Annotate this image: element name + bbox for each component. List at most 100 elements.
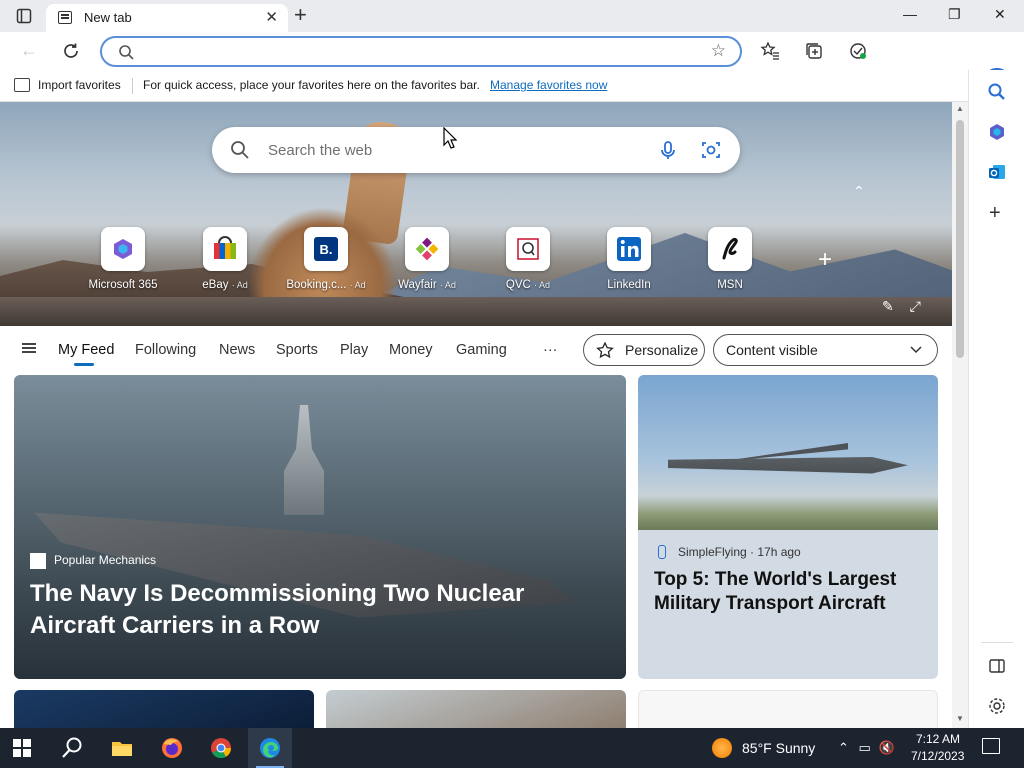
card-headline[interactable]: The Navy Is Decommissioning Two Nuclear … — [30, 578, 610, 642]
show-hidden-icons-icon[interactable]: ⌃ — [838, 740, 849, 755]
scroll-down-arrow-icon[interactable]: ▼ — [956, 714, 964, 723]
quick-link-label: MSN — [717, 279, 743, 291]
tab-new-tab[interactable]: New tab ✕ — [46, 4, 288, 32]
file-explorer-icon[interactable] — [110, 736, 134, 760]
card-headline[interactable]: Top 5: The World's Largest Military Tran… — [654, 568, 924, 616]
news-card-partial-2[interactable] — [326, 690, 626, 730]
feed-more-button[interactable]: ··· — [543, 342, 558, 358]
microsoft-365-icon — [101, 227, 145, 271]
news-card-partial-1[interactable] — [14, 690, 314, 730]
quick-link-linkedin[interactable]: LinkedIn — [584, 227, 674, 291]
firefox-icon[interactable] — [160, 736, 184, 760]
full-screen-icon[interactable]: ⤢ — [910, 298, 921, 314]
news-card-main[interactable]: Popular Mechanics The Navy Is Decommissi… — [14, 375, 626, 679]
quick-link-label: LinkedIn — [607, 279, 651, 291]
sidebar-settings-icon[interactable] — [987, 696, 1007, 716]
clock-date[interactable]: 7/12/2023 — [911, 749, 964, 763]
feed-tab-my-feed[interactable]: My Feed — [58, 342, 114, 358]
edge-sidebar: + — [968, 70, 1024, 728]
taskbar-search-icon[interactable] — [60, 736, 84, 760]
chevron-down-icon — [910, 346, 922, 354]
weather-sun-icon[interactable] — [712, 738, 732, 758]
feed-tab-money[interactable]: Money — [389, 342, 433, 358]
back-button[interactable]: ← — [20, 40, 38, 61]
quick-link-wayfair[interactable]: Wayfair · Ad — [382, 227, 472, 291]
page-settings-icon[interactable]: ✎ — [882, 298, 894, 314]
feed-tab-play[interactable]: Play — [340, 342, 368, 358]
manage-favorites-link[interactable]: Manage favorites now — [490, 78, 607, 92]
ad-label: · Ad — [231, 280, 248, 290]
microsoft-365-sidebar-icon[interactable] — [987, 122, 1007, 142]
news-card-side[interactable]: SimpleFlying · 17h ago Top 5: The World'… — [638, 375, 938, 679]
feed-tab-sports[interactable]: Sports — [276, 342, 318, 358]
tab-actions-icon[interactable] — [16, 8, 32, 24]
page-scrollbar[interactable]: ▲ ▼ — [952, 102, 968, 728]
refresh-icon[interactable] — [62, 42, 80, 60]
title-bar: New tab ✕ + — ❐ ✕ — [0, 0, 1024, 32]
card-source: Popular Mechanics — [54, 553, 157, 567]
mouse-cursor-icon — [443, 127, 457, 149]
carrier-tower-image — [284, 405, 324, 515]
outlook-sidebar-icon[interactable] — [987, 162, 1007, 182]
quick-link-msn[interactable]: MSN — [685, 227, 775, 291]
ad-label: · Ad — [439, 280, 456, 290]
hero-controls: ✎ ⤢ — [882, 298, 921, 315]
close-window-button[interactable]: ✕ — [994, 6, 1006, 23]
tab-title: New tab — [84, 10, 132, 25]
quick-link-booking[interactable]: B. Booking.c... · Ad — [281, 227, 371, 291]
scroll-up-arrow-icon[interactable]: ▲ — [956, 104, 964, 113]
collapse-chevron-icon[interactable]: ⌃ — [853, 183, 865, 200]
address-bar[interactable]: ☆ — [100, 36, 742, 67]
search-icon — [119, 45, 134, 60]
favorites-icon[interactable] — [760, 41, 780, 61]
news-card-partial-3[interactable] — [638, 690, 938, 730]
feed-navigation: My Feed Following News Sports Play Money… — [0, 326, 952, 374]
network-icon[interactable]: ▭ — [859, 740, 871, 755]
notification-center-icon[interactable] — [982, 738, 1000, 754]
clock-time[interactable]: 7:12 AM — [916, 732, 960, 746]
chrome-icon[interactable] — [209, 736, 233, 760]
web-search-box[interactable]: Search the web — [212, 127, 740, 173]
collections-icon[interactable] — [804, 41, 824, 61]
quick-link-label: Microsoft 365 — [88, 279, 158, 291]
add-sidebar-app-icon[interactable]: + — [989, 202, 1009, 224]
browser-essentials-icon[interactable] — [848, 41, 868, 61]
volume-muted-icon[interactable]: 🔇 — [878, 740, 894, 755]
weather-text[interactable]: 85°F Sunny — [742, 740, 815, 756]
personalize-label: Personalize — [625, 342, 699, 358]
add-quick-link-button[interactable]: + — [818, 246, 832, 274]
feed-tab-news[interactable]: News — [219, 342, 255, 358]
quick-link-ebay[interactable]: eBay · Ad — [180, 227, 270, 291]
search-sidebar-icon[interactable] — [987, 82, 1007, 102]
tab-close-button[interactable]: ✕ — [265, 8, 278, 26]
card-source: SimpleFlying · 17h ago — [678, 545, 801, 559]
restore-button[interactable]: ❐ — [948, 6, 961, 23]
system-tray[interactable]: ⌃ ▭ 🔇 — [838, 740, 895, 756]
quick-link-microsoft-365[interactable]: Microsoft 365 — [78, 227, 168, 291]
personalize-button[interactable]: Personalize — [583, 334, 705, 366]
ground-shape — [0, 297, 952, 326]
import-favorites-icon — [14, 78, 30, 92]
visual-search-icon[interactable] — [701, 140, 721, 160]
import-favorites-button[interactable]: Import favorites — [38, 78, 121, 92]
web-search-icon — [231, 141, 249, 159]
new-tab-favicon-icon — [58, 11, 72, 24]
hide-sidebar-icon[interactable] — [987, 656, 1007, 676]
scrollbar-thumb[interactable] — [956, 120, 964, 358]
feed-tab-following[interactable]: Following — [135, 342, 196, 358]
microphone-icon[interactable] — [658, 140, 678, 160]
feed-menu-icon[interactable] — [22, 343, 36, 345]
minimize-button[interactable]: — — [903, 6, 917, 22]
simpleflying-logo-icon — [658, 545, 666, 559]
quick-link-qvc[interactable]: QVC · Ad — [483, 227, 573, 291]
svg-text:B.: B. — [320, 242, 333, 257]
new-tab-button[interactable]: + — [294, 4, 307, 26]
favorite-star-icon[interactable]: ☆ — [711, 41, 726, 61]
address-input[interactable] — [148, 42, 688, 62]
wayfair-icon — [405, 227, 449, 271]
edge-icon[interactable] — [258, 736, 282, 760]
windows-start-icon[interactable] — [12, 738, 32, 758]
feed-tab-gaming[interactable]: Gaming — [456, 342, 507, 358]
booking-icon: B. — [304, 227, 348, 271]
content-visibility-dropdown[interactable]: Content visible — [713, 334, 938, 366]
